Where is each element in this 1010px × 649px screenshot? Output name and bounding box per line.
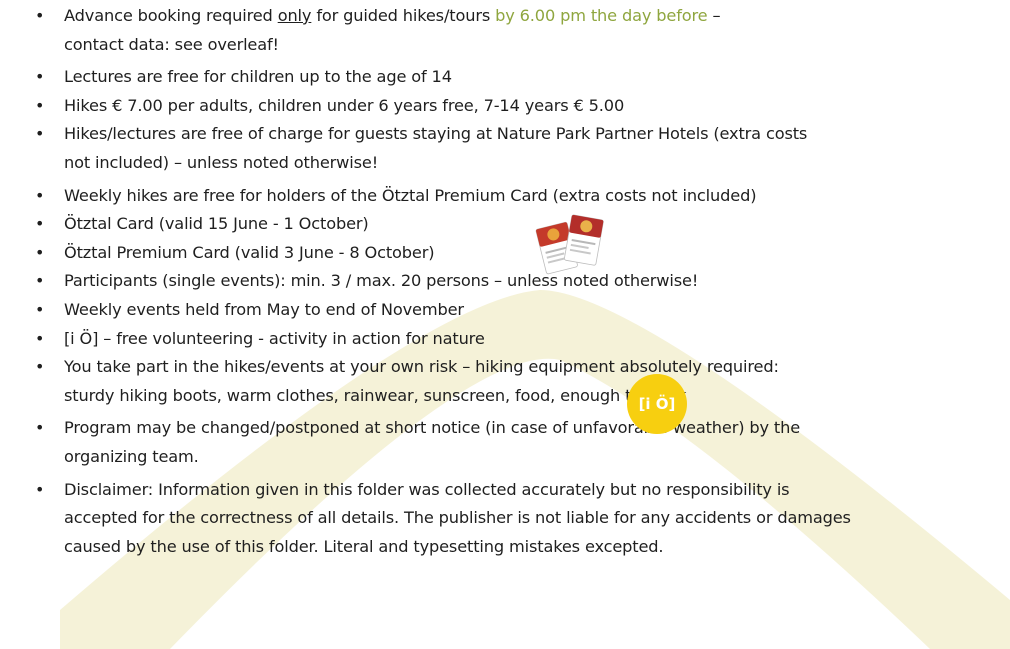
bullet: •	[35, 328, 45, 348]
oetztal-cards-icon	[535, 214, 604, 275]
bullet: •	[35, 67, 45, 87]
bullet: •	[35, 185, 45, 205]
note-oetztal-card: • Ötztal Card (valid 15 June - 1 October…	[0, 210, 1010, 239]
note-booking: • Advance booking required only for guid…	[0, 2, 1010, 63]
bullet: •	[35, 479, 45, 499]
bullet: •	[35, 271, 45, 291]
note-disclaimer: • Disclaimer: Information given in this …	[0, 476, 1010, 562]
emphasis-only: only	[277, 6, 312, 25]
io-volunteer-badge-icon: [i Ö]	[627, 374, 687, 434]
info-list: • Advance booking required only for guid…	[0, 2, 1010, 561]
bullet: •	[35, 214, 45, 234]
note-oetztal-premium-card: • Ötztal Premium Card (valid 3 June - 8 …	[0, 239, 1010, 268]
note-volunteering: • [i Ö] – free volunteering - activity i…	[0, 325, 1010, 354]
note-hike-prices: • Hikes € 7.00 per adults, children unde…	[0, 92, 1010, 121]
bullet: •	[35, 357, 45, 377]
note-program-changes: • Program may be changed/postponed at sh…	[0, 414, 1010, 475]
bullet: •	[35, 299, 45, 319]
bullet: •	[35, 242, 45, 262]
note-lectures: • Lectures are free for children up to t…	[0, 63, 1010, 92]
bullet: •	[35, 6, 45, 25]
bullet: •	[35, 124, 45, 144]
note-premium-card-hikes: • Weekly hikes are free for holders of t…	[0, 182, 1010, 211]
booking-deadline: by 6.00 pm the day before	[495, 6, 708, 25]
note-participants: • Participants (single events): min. 3 /…	[0, 267, 1010, 296]
note-weekly-events: • Weekly events held from May to end of …	[0, 296, 1010, 325]
bullet: •	[35, 418, 45, 438]
bullet: •	[35, 95, 45, 115]
note-own-risk: • You take part in the hikes/events at y…	[0, 353, 1010, 414]
note-partner-hotels: • Hikes/lectures are free of charge for …	[0, 120, 1010, 181]
